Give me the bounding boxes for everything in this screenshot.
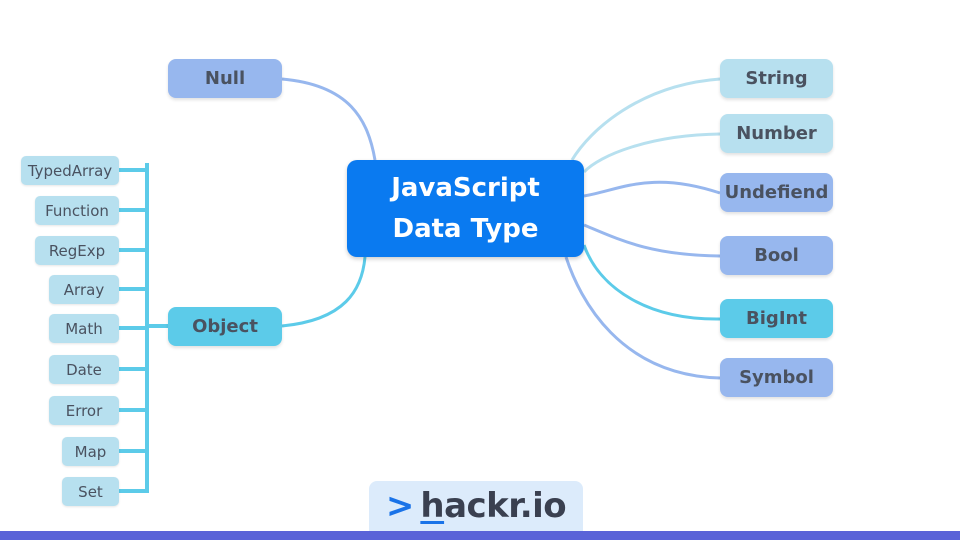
object-child-error: Error [49,396,119,425]
link-object [281,256,367,328]
hackr-io-logo: > hackr.io [369,481,583,531]
link-bool [583,223,721,258]
object-child-map: Map [62,437,119,466]
node-undefiend: Undefiend [720,173,833,212]
node-object: Object [168,307,282,346]
object-child-array: Array [49,275,119,304]
footer-bar [0,531,960,540]
node-bool: Bool [720,236,833,275]
object-child-math: Math [49,314,119,343]
object-child-function: Function [35,196,119,225]
link-string [570,77,721,161]
node-string: String [720,59,833,98]
link-null [281,77,377,161]
central-title-line2: Data Type [392,213,539,244]
logo-chevron: > [385,486,415,526]
object-child-set: Set [62,477,119,506]
object-child-typedarray: TypedArray [21,156,119,185]
link-undefiend [583,180,721,198]
object-child-date: Date [49,355,119,384]
object-bracket [119,163,168,493]
link-number [582,132,721,174]
node-bigint: BigInt [720,299,833,338]
logo-wordmark: hackr.io [420,486,566,526]
node-null: Null [168,59,282,98]
object-child-regexp: RegExp [35,236,119,265]
central-node: JavaScript Data Type [347,160,584,257]
node-number: Number [720,114,833,153]
mind-map: JavaScript Data Type Null Object String … [0,0,960,540]
node-symbol: Symbol [720,358,833,397]
logo-h: h [420,486,445,526]
central-title-line1: JavaScript [391,173,540,204]
logo-rest: ackr.io [444,486,567,526]
